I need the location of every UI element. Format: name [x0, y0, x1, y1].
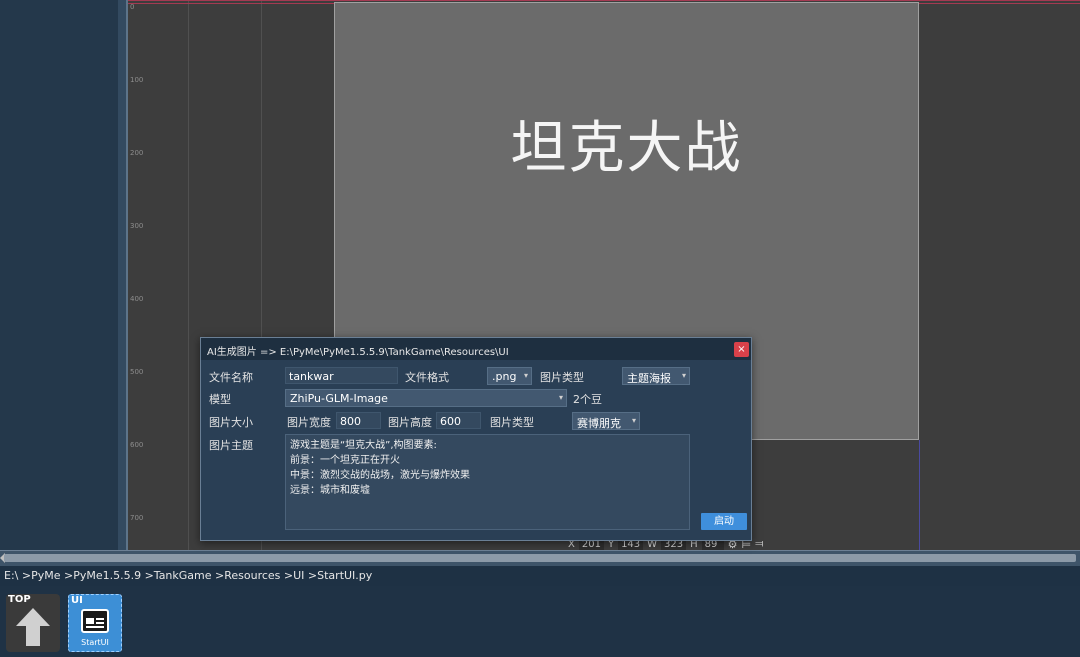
file-name: StartUI	[81, 638, 109, 647]
up-arrow-icon	[16, 608, 50, 646]
start-button[interactable]: 启动	[701, 513, 747, 530]
width-label: 图片宽度	[287, 416, 331, 429]
image-type-label: 图片类型	[540, 371, 584, 384]
height-input[interactable]: 600	[436, 412, 481, 429]
chevron-down-icon: ▾	[681, 371, 686, 380]
file-format-label: 文件格式	[405, 371, 449, 384]
file-format-select[interactable]: .png ▾	[487, 367, 532, 385]
cost-text: 2个豆	[573, 393, 602, 406]
ruler-label: 300	[130, 222, 144, 230]
folder-up-tag: TOP	[8, 594, 31, 605]
editor-window: 0 100 200 300 400 500 600 700 坦克大战 X 201…	[0, 0, 1080, 657]
dialog-title: AI生成图片 => E:\PyMe\PyMe1.5.5.9\TankGame\R…	[207, 347, 509, 358]
height-label: 图片高度	[388, 416, 432, 429]
ruler-label: 0	[130, 3, 135, 11]
window-icon	[81, 609, 109, 633]
left-panel	[0, 0, 118, 550]
left-splitter[interactable]	[118, 0, 128, 550]
image-size-label: 图片大小	[209, 416, 253, 429]
dialog-titlebar[interactable]: AI生成图片 => E:\PyMe\PyMe1.5.5.9\TankGame\R…	[201, 338, 751, 360]
prompt-textarea[interactable]: 游戏主题是“坦克大战”,构图要素: 前景：一个坦克正在开火 中景：激烈交战的战场…	[285, 434, 690, 530]
model-value: ZhiPu-GLM-Image	[290, 392, 388, 405]
scrollbar-thumb[interactable]	[4, 554, 1076, 562]
ruler-label: 500	[130, 368, 144, 376]
guide-line-blue	[919, 440, 920, 550]
breadcrumb[interactable]: E:\ >PyMe >PyMe1.5.5.9 >TankGame >Resour…	[0, 566, 1080, 586]
model-label: 模型	[209, 393, 231, 406]
align-right-icon[interactable]: ⫤	[755, 537, 763, 550]
file-format-value: .png	[492, 370, 517, 383]
ruler-label: 400	[130, 295, 144, 303]
guide-line-top	[128, 0, 1080, 1]
ai-image-dialog: AI生成图片 => E:\PyMe\PyMe1.5.5.9\TankGame\R…	[200, 337, 752, 541]
folder-up-tile[interactable]: TOP	[6, 594, 60, 652]
ruler-label: 600	[130, 441, 144, 449]
file-name-input[interactable]: tankwar	[285, 367, 398, 384]
horizontal-scrollbar[interactable]	[0, 550, 1080, 566]
theme-label: 图片主题	[209, 439, 253, 452]
model-select[interactable]: ZhiPu-GLM-Image ▾	[285, 389, 567, 407]
file-type-tag: UI	[71, 595, 83, 606]
width-input[interactable]: 800	[336, 412, 381, 429]
chevron-down-icon: ▾	[523, 371, 528, 380]
frame-title-label[interactable]: 坦克大战	[335, 103, 918, 184]
chevron-down-icon: ▾	[631, 416, 636, 425]
file-tile-startui[interactable]: UI StartUI	[68, 594, 122, 652]
file-name-label: 文件名称	[209, 371, 253, 384]
grid-line	[188, 0, 189, 550]
close-button[interactable]: ×	[734, 342, 749, 357]
chevron-down-icon: ▾	[558, 393, 563, 402]
image-type-value: 主题海报	[627, 372, 671, 385]
ruler-label: 700	[130, 514, 144, 522]
style-label: 图片类型	[490, 416, 534, 429]
style-select[interactable]: 赛博朋克 ▾	[572, 412, 640, 430]
file-browser: TOP UI StartUI	[0, 586, 1080, 657]
ruler-label: 200	[130, 149, 144, 157]
ruler-label: 100	[130, 76, 144, 84]
image-type-select[interactable]: 主题海报 ▾	[622, 367, 690, 385]
style-value: 赛博朋克	[577, 417, 621, 430]
